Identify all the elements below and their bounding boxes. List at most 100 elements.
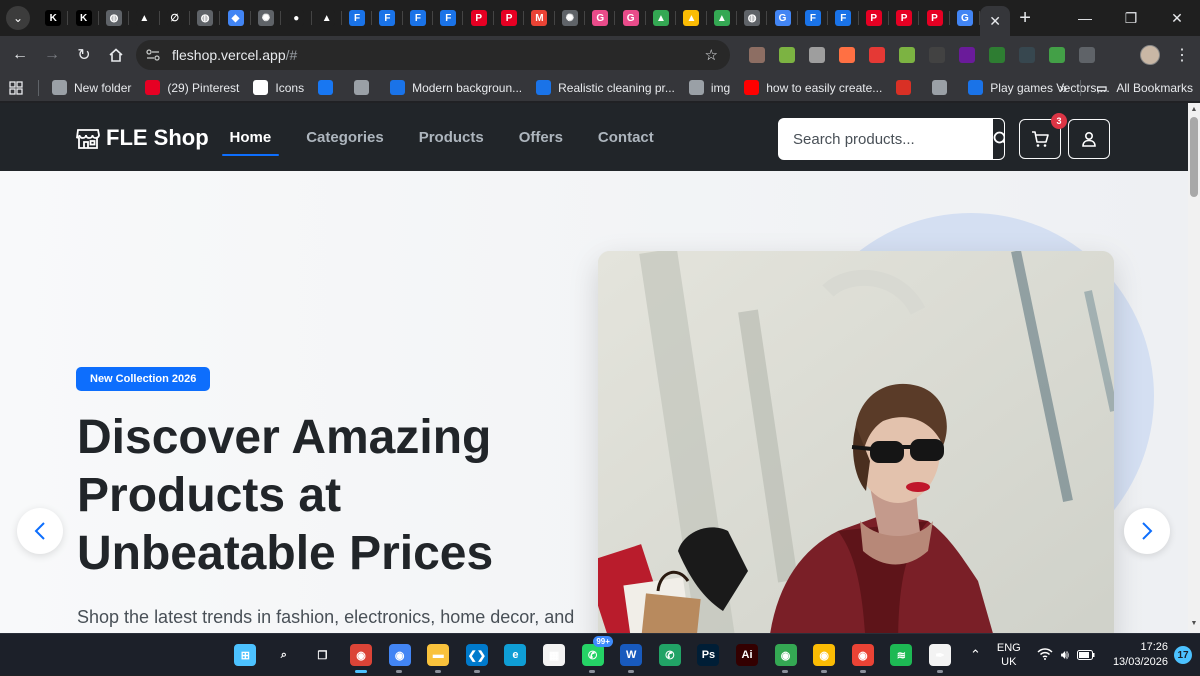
bookmark-item[interactable] — [925, 74, 961, 102]
taskbar-app[interactable]: ⌕ — [265, 634, 304, 676]
volume-icon[interactable]: 🔊︎ — [1061, 647, 1069, 663]
pinned-tab[interactable]: G — [950, 0, 981, 36]
fox-icon[interactable] — [832, 40, 862, 70]
scroll-up-arrow-icon[interactable]: ▲ — [1190, 106, 1198, 116]
taskbar-app[interactable]: Ps — [689, 634, 728, 676]
pinned-tab[interactable]: M — [524, 0, 556, 36]
pinned-tab[interactable]: G — [615, 0, 647, 36]
brand-logo[interactable]: FLE Shop — [76, 125, 209, 151]
battery-icon[interactable] — [1076, 648, 1095, 663]
chart-icon[interactable] — [892, 40, 922, 70]
nav-link-categories[interactable]: Categories — [289, 103, 402, 171]
nav-link-contact[interactable]: Contact — [580, 103, 671, 171]
carousel-prev-button[interactable] — [17, 508, 63, 554]
bookmark-item[interactable] — [311, 74, 347, 102]
bookmark-item[interactable]: (29) Pinterest — [138, 74, 246, 102]
taskbar-app[interactable]: W — [612, 634, 651, 676]
pinned-tab[interactable]: F — [342, 0, 373, 36]
site-info-icon[interactable] — [144, 46, 162, 64]
scroll-down-arrow-icon[interactable]: ▼ — [1190, 620, 1198, 630]
account-button[interactable] — [1068, 119, 1110, 159]
taskbar-app[interactable]: ❮❯ — [458, 634, 497, 676]
clock[interactable]: 17:26 13/03/2026 — [1113, 640, 1168, 670]
page-scrollbar[interactable]: ▲ ▼ — [1188, 103, 1200, 633]
bookmark-star-icon[interactable]: ☆ — [705, 46, 718, 64]
pinned-tab[interactable]: P — [494, 0, 525, 36]
taskbar-app[interactable]: e — [496, 634, 535, 676]
terminal-icon[interactable] — [982, 40, 1012, 70]
pinned-tab[interactable]: P — [859, 0, 890, 36]
search-input[interactable] — [779, 119, 992, 159]
pinned-tab[interactable]: ✺ — [555, 0, 586, 36]
nav-link-home[interactable]: Home — [212, 103, 289, 171]
bookmark-item[interactable] — [347, 74, 383, 102]
pinned-tab[interactable]: ▲ — [676, 0, 707, 36]
p-icon[interactable] — [952, 40, 982, 70]
bookmark-item[interactable]: img — [682, 74, 737, 102]
pinned-tab[interactable]: F — [828, 0, 859, 36]
pinned-tab[interactable]: P — [919, 0, 951, 36]
taskbar-app[interactable]: Ai — [728, 634, 767, 676]
cart-button[interactable]: 3 — [1019, 113, 1067, 159]
pinned-tab[interactable]: K — [68, 0, 100, 36]
reload-icon[interactable]: ↻ — [68, 39, 100, 71]
color-picker-icon[interactable] — [1042, 40, 1072, 70]
pinned-tab[interactable]: P — [889, 0, 920, 36]
taskbar-app[interactable]: ◉ — [380, 634, 419, 676]
nav-link-products[interactable]: Products — [401, 103, 501, 171]
home-icon[interactable] — [100, 39, 132, 71]
taskbar-app[interactable]: ◉ — [844, 634, 883, 676]
taskbar-app[interactable]: ▦ — [535, 634, 574, 676]
eyedropper-icon[interactable] — [802, 40, 832, 70]
back-arrow-icon[interactable]: ← — [4, 39, 36, 71]
address-bar[interactable]: fleshop.vercel.app/# ☆ — [136, 40, 730, 70]
taskbar-app[interactable]: ⊞ — [226, 634, 265, 676]
chart-icon[interactable] — [772, 40, 802, 70]
pinned-tab[interactable]: K — [38, 0, 69, 36]
bookmark-item[interactable]: Realistic cleaning pr... — [529, 74, 682, 102]
pinned-tab[interactable]: ◍ — [99, 0, 130, 36]
grid-icon[interactable] — [922, 40, 952, 70]
pinned-tab[interactable]: ▲ — [129, 0, 160, 36]
taskbar-app[interactable]: ◉ — [342, 634, 381, 676]
language-indicator[interactable]: ENG UK — [997, 641, 1021, 669]
tab-search-button[interactable]: ⌄ — [6, 6, 30, 30]
pinned-tab[interactable]: F — [433, 0, 464, 36]
wifi-icon[interactable] — [1037, 647, 1053, 663]
close-tab-icon[interactable]: ✕ — [989, 13, 1001, 30]
bookmark-item[interactable] — [889, 74, 925, 102]
pinned-tab[interactable]: ▲ — [707, 0, 738, 36]
active-tab[interactable]: ✕ — [980, 6, 1011, 36]
puzzle-icon[interactable] — [1072, 40, 1102, 70]
pinned-tab[interactable]: ◍ — [737, 0, 768, 36]
pinned-tab[interactable]: G — [585, 0, 616, 36]
bookmark-item[interactable]: New folder — [45, 74, 138, 102]
pinned-tab[interactable]: ◆ — [220, 0, 252, 36]
all-bookmarks-button[interactable]: ▭ All Bookmarks — [1087, 74, 1200, 102]
new-tab-button[interactable]: + — [1010, 0, 1040, 36]
bookmarks-overflow-button[interactable]: » — [1052, 74, 1074, 102]
notification-badge[interactable]: 17 — [1174, 646, 1192, 664]
pinned-tab[interactable]: ∅ — [160, 0, 191, 36]
taskbar-app[interactable]: ≋ — [882, 634, 921, 676]
taskbar-app[interactable]: ◉ — [766, 634, 805, 676]
search-button[interactable] — [992, 119, 1004, 159]
pinned-tab[interactable]: F — [798, 0, 829, 36]
pinned-tab[interactable]: G — [767, 0, 799, 36]
taskbar-app[interactable]: ✒ — [921, 634, 960, 676]
profile-avatar[interactable] — [1140, 45, 1160, 65]
taskbar-app[interactable]: ❐ — [303, 634, 342, 676]
pinned-tab[interactable]: ▲ — [312, 0, 343, 36]
taskbar-app[interactable]: ✆ 99+ — [573, 634, 613, 676]
taskbar-app[interactable]: ▬ — [419, 634, 458, 676]
browser-menu-icon[interactable]: ⋮ — [1174, 45, 1190, 65]
apps-grid-icon[interactable] — [0, 74, 32, 102]
close-window-icon[interactable]: ✕ — [1154, 0, 1200, 36]
pinned-tab[interactable]: F — [372, 0, 404, 36]
bookmark-item[interactable]: Icons — [246, 74, 311, 102]
pinned-tab[interactable]: ▲ — [646, 0, 677, 36]
pinned-tab[interactable]: P — [463, 0, 495, 36]
eyes-icon[interactable] — [742, 40, 772, 70]
hash-icon[interactable] — [1012, 40, 1042, 70]
minimize-icon[interactable]: — — [1062, 0, 1108, 36]
